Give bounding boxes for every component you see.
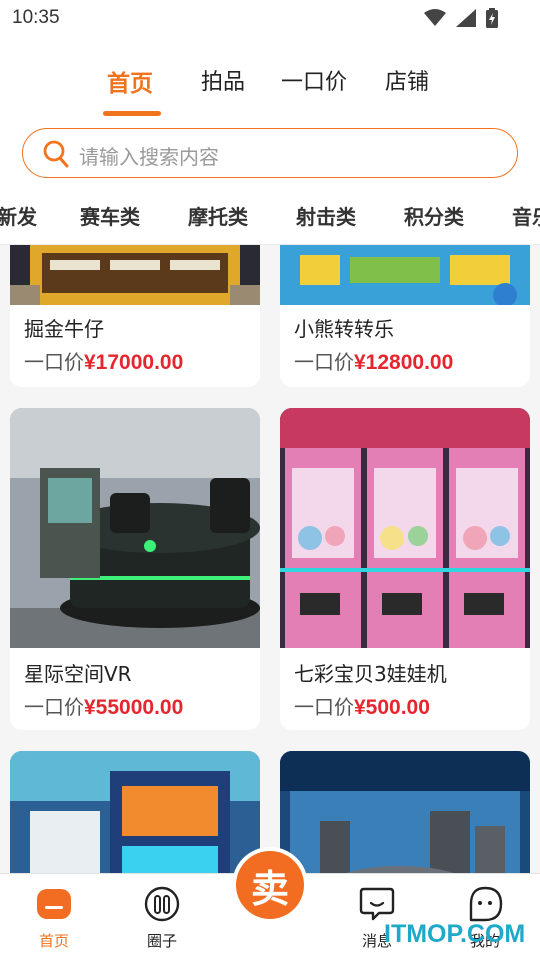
signal-icon	[456, 9, 476, 27]
product-image	[10, 245, 260, 305]
product-title: 七彩宝贝3娃娃机	[294, 662, 447, 686]
category-music[interactable]: 音乐	[512, 201, 540, 230]
product-card[interactable]	[280, 751, 530, 873]
product-grid: 掘金牛仔 一口价¥17000.00 小熊转转乐 一口价¥12800.00 星际空…	[0, 245, 540, 873]
status-icons	[424, 8, 498, 28]
product-image	[10, 751, 260, 873]
category-points[interactable]: 积分类	[404, 201, 464, 230]
search-placeholder: 请输入搜索内容	[79, 145, 219, 169]
tab-auction[interactable]: 拍品	[201, 64, 245, 96]
circle-community-icon	[144, 886, 180, 922]
status-time: 10:35	[12, 7, 60, 28]
category-shooting[interactable]: 射击类	[296, 201, 356, 230]
product-title: 小熊转转乐	[294, 317, 394, 341]
sell-button-label: 卖	[236, 851, 304, 919]
product-title: 掘金牛仔	[24, 317, 104, 341]
product-image	[10, 408, 260, 648]
product-card[interactable]: 掘金牛仔 一口价¥17000.00	[10, 245, 260, 387]
product-card[interactable]	[10, 751, 260, 873]
product-price: 一口价¥17000.00	[24, 350, 184, 374]
category-new[interactable]: 新发	[0, 201, 37, 230]
category-racing[interactable]: 赛车类	[80, 201, 140, 230]
tab-shops[interactable]: 店铺	[385, 64, 429, 96]
status-bar: 10:35	[0, 0, 540, 38]
watermark: ITMOP.COM	[384, 920, 526, 948]
nav-circle[interactable]: 圈子	[127, 886, 197, 951]
product-title: 星际空间VR	[24, 662, 132, 686]
wifi-icon	[424, 9, 446, 26]
sell-button[interactable]: 卖	[232, 847, 308, 923]
product-card[interactable]: 七彩宝贝3娃娃机 一口价¥500.00	[280, 408, 530, 730]
active-tab-indicator	[103, 111, 161, 116]
search-icon	[43, 140, 69, 168]
product-price: 一口价¥12800.00	[294, 350, 454, 374]
product-price: 一口价¥55000.00	[24, 695, 184, 719]
message-icon	[359, 887, 395, 921]
product-card[interactable]: 星际空间VR 一口价¥55000.00	[10, 408, 260, 730]
product-price: 一口价¥500.00	[294, 695, 430, 719]
product-card[interactable]: 小熊转转乐 一口价¥12800.00	[280, 245, 530, 387]
search-input[interactable]: 请输入搜索内容	[22, 128, 518, 178]
profile-face-icon	[469, 886, 503, 922]
category-motorcycle[interactable]: 摩托类	[188, 201, 248, 230]
product-image	[280, 408, 530, 648]
nav-circle-label: 圈子	[146, 932, 177, 950]
tab-home[interactable]: 首页	[107, 64, 153, 98]
tab-fixed-price[interactable]: 一口价	[281, 64, 347, 96]
product-image	[280, 245, 530, 305]
nav-home-label: 首页	[38, 932, 69, 950]
top-tabs: 首页 拍品 一口价 店铺	[0, 58, 540, 118]
nav-home[interactable]: 首页	[19, 886, 89, 951]
product-image	[280, 751, 530, 873]
battery-icon	[486, 8, 498, 28]
home-icon	[37, 889, 71, 919]
category-tabs: 新发 赛车类 摩托类 射击类 积分类 音乐	[0, 196, 540, 238]
